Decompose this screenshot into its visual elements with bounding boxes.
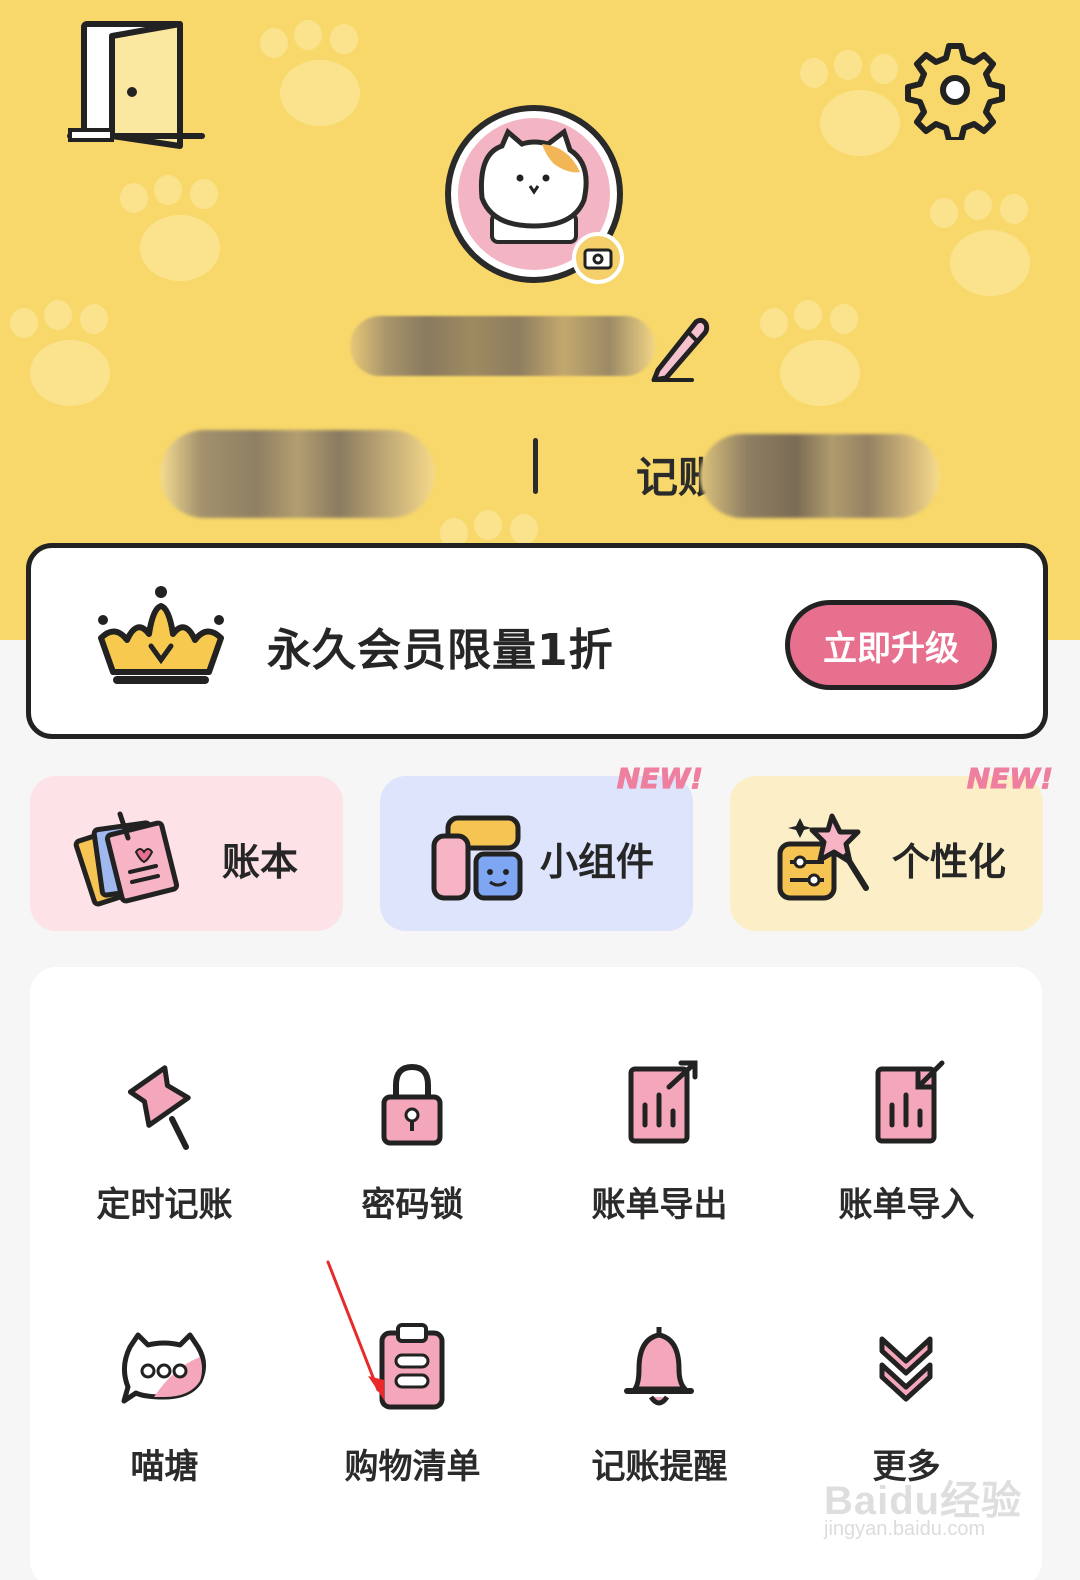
import-icon	[875, 1060, 945, 1144]
gear-icon[interactable]	[905, 40, 1005, 140]
tool-bill-import[interactable]: 账单导入	[780, 1055, 1033, 1255]
feature-label: 账本	[222, 840, 299, 884]
feature-card-personalize[interactable]: 个性化 NEW!	[730, 762, 1054, 931]
feature-label: 小组件	[540, 840, 655, 884]
chat-bubble-icon	[121, 1332, 206, 1404]
vip-promo-card[interactable]: 永久会员限量1折 立即升级	[26, 543, 1048, 739]
stat-days	[160, 430, 435, 518]
tool-bookkeeping-reminder[interactable]: 记账提醒	[533, 1317, 786, 1517]
feature-card-ledger[interactable]: 账本	[30, 776, 343, 931]
notebook-icon	[73, 811, 180, 907]
door-icon[interactable]	[62, 14, 207, 159]
tool-label: 记账提醒	[591, 1447, 728, 1487]
divider	[533, 438, 538, 494]
pin-icon	[127, 1065, 191, 1150]
lock-icon	[381, 1063, 443, 1146]
tool-label: 账单导入	[838, 1185, 975, 1225]
watermark-url: jingyan.baidu.com	[824, 1518, 986, 1540]
tool-label: 账单导出	[591, 1185, 728, 1225]
username	[350, 316, 655, 376]
tool-cat-pond[interactable]: 喵塘	[38, 1317, 291, 1517]
tool-scheduled-bookkeeping[interactable]: 定时记账	[38, 1055, 291, 1255]
tool-label: 购物清单	[344, 1447, 481, 1487]
new-badge: NEW!	[966, 762, 1053, 796]
upgrade-now-button[interactable]: 立即升级	[785, 600, 997, 690]
avatar[interactable]	[442, 102, 632, 292]
widget-icon	[431, 815, 523, 901]
edit-pencil-icon[interactable]	[648, 312, 710, 382]
feature-card-widget[interactable]: 小组件 NEW!	[380, 762, 704, 931]
crown-icon	[98, 586, 224, 684]
magic-wand-icon	[777, 813, 869, 901]
tool-label: 定时记账	[96, 1185, 233, 1225]
stat-bookkeeping-value	[700, 434, 940, 518]
new-badge: NEW!	[616, 762, 703, 796]
user-stats: 记账	[0, 430, 1080, 520]
vip-promo-text: 永久会员限量1折	[267, 625, 614, 676]
export-icon	[628, 1060, 698, 1144]
camera-icon[interactable]	[570, 230, 626, 286]
annotation-arrow	[326, 1260, 384, 1400]
double-chevron-down-icon	[879, 1336, 933, 1402]
bell-icon	[624, 1327, 694, 1406]
feature-label: 个性化	[892, 840, 1007, 884]
tool-bill-export[interactable]: 账单导出	[533, 1055, 786, 1255]
tool-password-lock[interactable]: 密码锁	[286, 1055, 539, 1255]
watermark: Baidu经验 jingyan.baidu.com	[816, 1468, 1026, 1548]
tool-label: 密码锁	[361, 1185, 464, 1225]
tool-label: 喵塘	[130, 1447, 199, 1487]
